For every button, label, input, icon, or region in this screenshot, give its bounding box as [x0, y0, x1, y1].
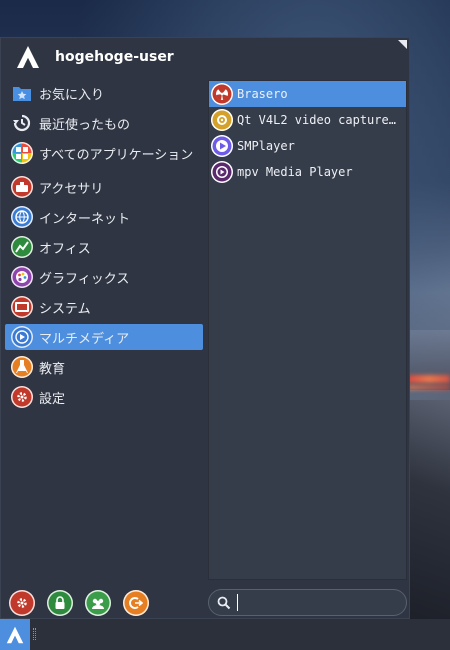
office-icon: [11, 236, 33, 258]
category-label: システム: [39, 301, 91, 317]
users-icon: [92, 598, 104, 609]
distro-logo-icon: [6, 626, 24, 643]
search-box[interactable]: [208, 589, 407, 616]
category-label: お気に入り: [39, 87, 105, 103]
app-label: Brasero: [237, 87, 288, 101]
lock-screen-button[interactable]: [47, 590, 73, 616]
settings-button[interactable]: [9, 590, 35, 616]
settings-icon: [11, 386, 33, 408]
category-internet[interactable]: インターネット: [5, 204, 203, 230]
category-accessories[interactable]: アクセサリ: [5, 174, 203, 200]
settings-gear-icon: [17, 598, 27, 608]
lock-icon: [55, 596, 65, 609]
category-label: インターネット: [39, 211, 131, 227]
category-label: グラフィックス: [39, 271, 130, 287]
switch-user-button[interactable]: [85, 590, 111, 616]
wallpaper-light-trail: [408, 375, 450, 383]
category-label: アクセサリ: [39, 181, 104, 197]
category-settings[interactable]: 設定: [5, 384, 203, 410]
logout-button[interactable]: [123, 590, 149, 616]
category-label: オフィス: [39, 241, 91, 257]
category-graphics[interactable]: グラフィックス: [5, 264, 203, 290]
logout-icon: [129, 597, 143, 609]
category-label: 最近使ったもの: [39, 117, 131, 133]
application-list[interactable]: Brasero Qt V4L2 video capture… SMPlayer …: [208, 80, 407, 580]
search-icon: [217, 596, 231, 609]
app-label: mpv Media Player: [237, 165, 353, 179]
category-favorites[interactable]: お気に入り: [5, 80, 203, 106]
category-label: すべてのアプリケーション: [39, 147, 194, 163]
category-all-apps[interactable]: すべてのアプリケーション: [5, 140, 203, 166]
panel-drag-handle[interactable]: [33, 628, 36, 640]
app-item-brasero[interactable]: Brasero: [209, 81, 406, 107]
category-system[interactable]: システム: [5, 294, 203, 320]
category-education[interactable]: 教育: [5, 354, 203, 380]
category-list: お気に入り 最近使ったもの すべてのアプリケーション アクセサリ インターネット…: [5, 80, 203, 410]
app-item-qt-v4l2[interactable]: Qt V4L2 video capture…: [209, 107, 406, 133]
smplayer-icon: [211, 135, 233, 157]
app-label: Qt V4L2 video capture…: [237, 113, 396, 127]
wallpaper-light-trail-2: [408, 385, 450, 390]
accessories-icon: [11, 176, 33, 198]
app-label: SMPlayer: [237, 139, 295, 153]
multimedia-icon: [11, 326, 33, 348]
taskbar: [0, 619, 450, 650]
menu-header: hogehoge-user: [1, 38, 409, 76]
category-office[interactable]: オフィス: [5, 234, 203, 260]
favorites-folder-icon: [11, 82, 33, 104]
app-item-mpv[interactable]: mpv Media Player: [209, 159, 406, 185]
distro-logo-icon: [15, 44, 41, 70]
education-icon: [11, 356, 33, 378]
start-menu: hogehoge-user お気に入り 最近使ったもの すべてのアプリケーション: [0, 37, 410, 619]
category-separator: [5, 166, 203, 174]
category-recent[interactable]: 最近使ったもの: [5, 110, 203, 136]
history-icon: [11, 112, 33, 134]
graphics-icon: [11, 266, 33, 288]
user-name[interactable]: hogehoge-user: [55, 49, 174, 65]
start-button[interactable]: [0, 619, 30, 650]
brasero-icon: [211, 83, 233, 105]
resize-handle-icon[interactable]: [398, 40, 407, 49]
category-label: 設定: [39, 391, 66, 407]
qt-v4l2-icon: [211, 109, 233, 131]
mpv-icon: [211, 161, 233, 183]
internet-icon: [11, 206, 33, 228]
session-actions: [9, 590, 149, 616]
system-icon: [11, 296, 33, 318]
search-input[interactable]: [237, 594, 387, 611]
wallpaper-road: [408, 400, 450, 620]
all-apps-icon: [11, 142, 33, 164]
category-label: 教育: [39, 361, 66, 377]
category-multimedia[interactable]: マルチメディア: [5, 324, 203, 350]
app-item-smplayer[interactable]: SMPlayer: [209, 133, 406, 159]
category-label: マルチメディア: [39, 331, 130, 347]
